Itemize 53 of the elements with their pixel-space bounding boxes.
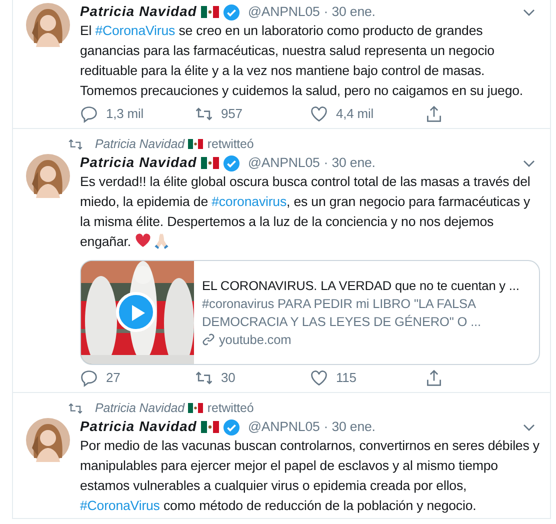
play-icon bbox=[130, 304, 144, 321]
avatar[interactable] bbox=[26, 154, 70, 198]
card-domain: youtube.com bbox=[219, 330, 292, 348]
retweeter-name[interactable]: Patricia Navidad bbox=[95, 398, 184, 418]
praying-hands-icon bbox=[152, 232, 170, 249]
reply-count: 27 bbox=[106, 369, 120, 388]
heart-icon[interactable] bbox=[310, 105, 328, 123]
like-count: 115 bbox=[336, 369, 356, 388]
card-description: #coronavirus PARA PEDIR mi LIBRO "LA FALSA DEMOCRACIA Y LAS LEYES DE GÉNERO" O ... bbox=[202, 294, 482, 330]
retweet-icon bbox=[68, 400, 83, 416]
tweet-text: Por medio de las vacunas buscan controlarnos, convertirnos en seres débiles y manipulables para ejercer mejor el papel de esclavos y al mismo tiempo estamos vulnerables a cualquier virus o epidemia creada por ellos, #CoronaVirus como método de reducción de la población y negocio. bbox=[80, 437, 540, 515]
author-name[interactable]: Patricia Navidad bbox=[80, 152, 197, 174]
verified-icon bbox=[222, 4, 240, 20]
share-icon[interactable] bbox=[425, 105, 443, 123]
reply-icon[interactable] bbox=[80, 105, 98, 123]
author-handle[interactable]: @ANPNL05 bbox=[248, 2, 320, 22]
author-name[interactable]: Patricia Navidad bbox=[80, 416, 197, 438]
retweet-icon[interactable] bbox=[195, 369, 213, 387]
author-handle[interactable]: @ANPNL05 bbox=[248, 153, 320, 173]
heart-icon[interactable] bbox=[310, 369, 328, 387]
retweet-icon[interactable] bbox=[195, 105, 213, 123]
hashtag-link[interactable]: #CoronaVirus bbox=[80, 498, 160, 513]
verified-icon bbox=[222, 154, 240, 172]
link-card[interactable]: EL CORONAVIRUS. LA VERDAD que no te cuentan y ... #coronavirus PARA PEDIR mi LIBRO "LA FALSA DEMOCRACIA Y LAS LEYES DE GÉNERO" O ... youtube.com bbox=[80, 260, 540, 365]
retweet-count: 957 bbox=[221, 105, 242, 124]
author-handle[interactable]: @ANPNL05 bbox=[248, 417, 320, 437]
hashtag-link[interactable]: #coronavirus bbox=[212, 194, 287, 209]
retweet-label: retwitteó bbox=[207, 136, 254, 153]
share-icon[interactable] bbox=[425, 369, 443, 387]
hashtag-link[interactable]: #CoronaVirus bbox=[95, 23, 176, 38]
retweet-label: retwitteó bbox=[207, 400, 254, 417]
tweet-date[interactable]: · 30 ene. bbox=[324, 417, 376, 437]
reply-count: 1,3 mil bbox=[106, 105, 144, 124]
retweet-count: 30 bbox=[221, 369, 236, 388]
tweet-date[interactable]: · 30 ene. bbox=[324, 153, 376, 173]
tweet-text: Es verdad!! la élite global oscura busca control total de las masas a través del miedo, la epidemia de #coronavirus, es un gran negocio para farmacéuticas y la misma élite. Despertemos a la luz de la conciencia y no nos dejemos engañar. bbox=[80, 173, 532, 251]
retweet-icon bbox=[68, 136, 83, 152]
flag-icon bbox=[200, 157, 219, 169]
author-name[interactable]: Patricia Navidad bbox=[80, 2, 197, 22]
link-icon bbox=[202, 333, 215, 346]
flag-icon bbox=[200, 6, 219, 18]
tweet-date[interactable]: · 30 ene. bbox=[324, 2, 376, 22]
like-count: 4,4 mil bbox=[336, 105, 374, 124]
flag-icon bbox=[188, 403, 204, 413]
retweeter-name[interactable]: Patricia Navidad bbox=[95, 134, 184, 154]
avatar[interactable] bbox=[26, 3, 70, 47]
avatar[interactable] bbox=[26, 418, 70, 462]
tweet-text: El #CoronaVirus se creo en un laboratorio como producto de grandes ganancias para las farmacéuticas, nuestra salud representa un negocio redituable para la élite y a la vez nos mantiene bajo control de masas. Tomemos precauciones y cuidemos la salud, pero no caigamos en su juego. bbox=[80, 22, 524, 100]
reply-icon[interactable] bbox=[80, 369, 98, 387]
flag-icon bbox=[200, 421, 219, 433]
card-title: EL CORONAVIRUS. LA VERDAD que no te cuentan y ... bbox=[202, 276, 520, 294]
verified-icon bbox=[222, 418, 240, 436]
flag-icon bbox=[188, 139, 204, 149]
